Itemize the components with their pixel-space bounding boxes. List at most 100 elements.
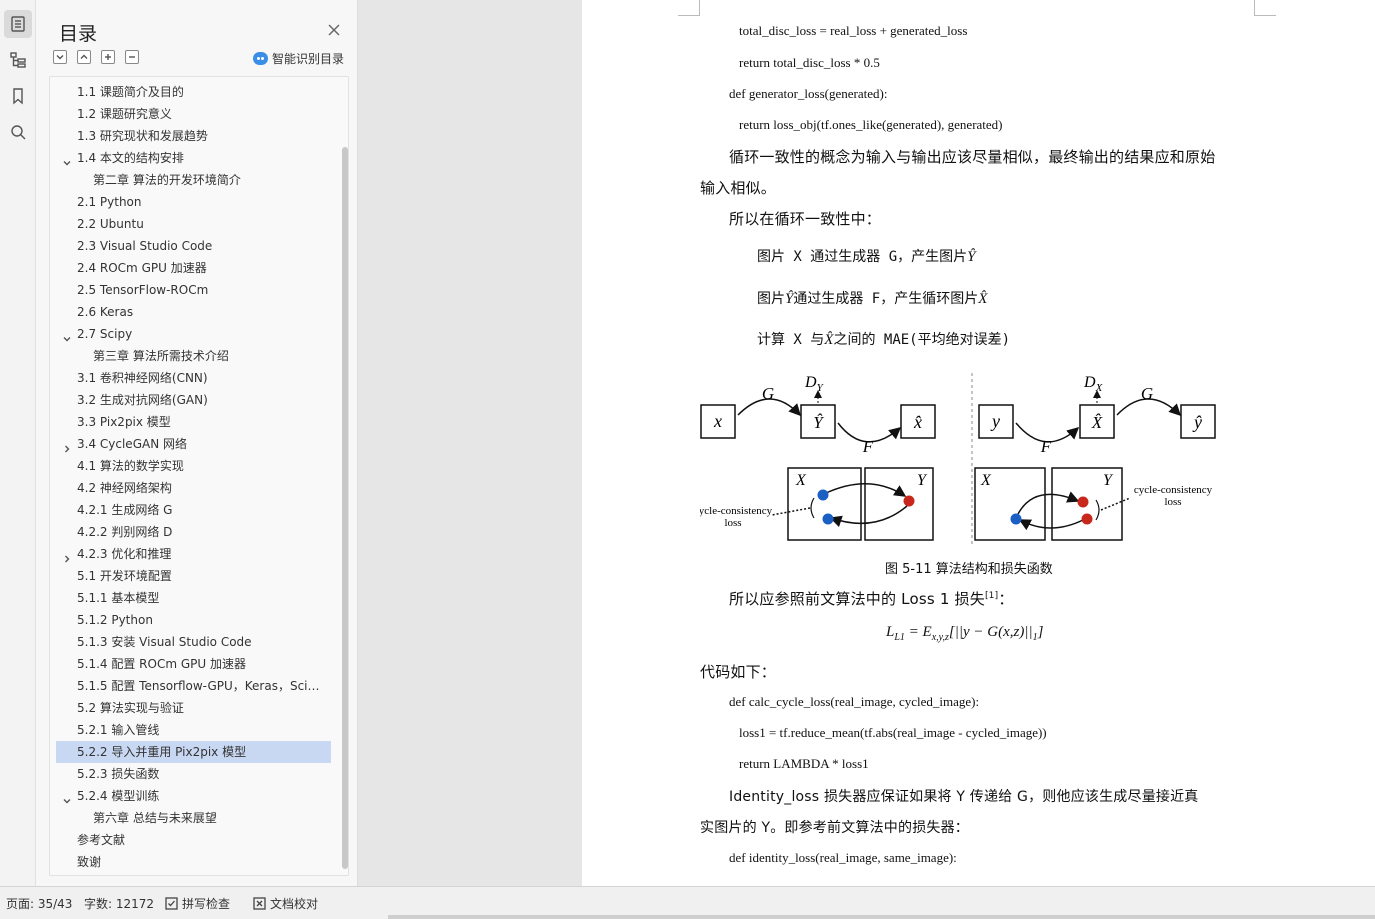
toc-item-label: 4.1 算法的数学实现: [77, 459, 184, 473]
paragraph-text-part: ：: [998, 590, 1014, 608]
search-icon: [11, 125, 26, 140]
proofread-button[interactable]: 文档校对: [253, 895, 318, 912]
chevron-down-icon[interactable]: [62, 791, 72, 804]
toc-item-label: 5.1.3 安装 Visual Studio Code: [77, 635, 252, 649]
page-indicator[interactable]: 页面: 35/43: [6, 895, 72, 912]
toc-item-label: 5.2.4 模型训练: [77, 789, 160, 803]
bookmark-button[interactable]: [4, 82, 32, 110]
navigation-button[interactable]: [4, 46, 32, 74]
point-y-source: [1010, 513, 1022, 525]
toc-item[interactable]: 1.3 研究现状和发展趋势: [56, 125, 331, 147]
toc-item[interactable]: 5.1.3 安装 Visual Studio Code: [56, 631, 331, 653]
toc-item-label: 2.5 TensorFlow-ROCm: [77, 283, 209, 297]
toc-toggle-button[interactable]: [4, 10, 32, 38]
step-text-part: 图片 X 通过生成器 G，产生图片: [757, 249, 968, 265]
toc-item[interactable]: 4.2.2 判别网络 D: [56, 521, 331, 543]
toc-item[interactable]: 5.1.2 Python: [56, 609, 331, 631]
toc-item-label: 参考文献: [77, 833, 126, 847]
status-bar: 页面: 35/43 字数: 12172 拼写检查 文档校对: [0, 886, 1375, 919]
toc-item[interactable]: 2.4 ROCm GPU 加速器: [56, 257, 331, 279]
document-list-icon: [11, 16, 25, 32]
expand-all-button[interactable]: [77, 50, 91, 64]
toc-item[interactable]: 2.1 Python: [56, 191, 331, 213]
toc-item[interactable]: 4.1 算法的数学实现: [56, 455, 331, 477]
toc-item-label: 5.1.2 Python: [77, 613, 153, 627]
toc-close-button[interactable]: [326, 22, 342, 38]
left-tool-rail: [0, 0, 36, 886]
close-icon: [328, 24, 340, 36]
paragraph-text: 实图片的 Y。即参考前文算法中的损失器：: [700, 820, 970, 836]
toc-item[interactable]: 2.6 Keras: [56, 301, 331, 323]
margin-mark: [678, 6, 700, 16]
toc-item[interactable]: 5.2.3 损失函数: [56, 763, 331, 785]
toc-item[interactable]: 5.2 算法实现与验证: [56, 697, 331, 719]
word-count[interactable]: 字数: 12172: [84, 895, 154, 912]
toc-item-label: 4.2.3 优化和推理: [77, 547, 172, 561]
toc-scrollbar[interactable]: [342, 147, 348, 869]
smart-toc-label: 智能识别目录: [272, 52, 345, 66]
domain-label: X: [795, 472, 807, 489]
toc-item[interactable]: 2.2 Ubuntu: [56, 213, 331, 235]
toc-item-label: 5.1 开发环境配置: [77, 569, 172, 583]
toc-item[interactable]: 1.4 本文的结构安排: [56, 147, 331, 169]
search-button[interactable]: [4, 118, 32, 146]
annotation: loss: [724, 517, 741, 529]
toc-item[interactable]: 2.3 Visual Studio Code: [56, 235, 331, 257]
toc-item-label: 3.1 卷积神经网络(CNN): [77, 371, 208, 385]
collapse-all-button[interactable]: [53, 50, 67, 64]
toc-item[interactable]: 第三章 算法所需技术介绍: [56, 345, 331, 367]
toc-item[interactable]: 5.1.4 配置 ROCm GPU 加速器: [56, 653, 331, 675]
toc-item[interactable]: 1.2 课题研究意义: [56, 103, 331, 125]
citation-ref[interactable]: [1]: [985, 591, 998, 601]
toc-item[interactable]: 3.3 Pix2pix 模型: [56, 411, 331, 433]
toc-item[interactable]: 4.2 神经网络架构: [56, 477, 331, 499]
annotation: loss: [1164, 496, 1181, 508]
toc-item[interactable]: 5.1.5 配置 Tensorflow-GPU，Keras，Scipy 环境: [56, 675, 331, 697]
toc-item[interactable]: 4.2.1 生成网络 G: [56, 499, 331, 521]
toc-item[interactable]: 5.2.2 导入并重用 Pix2pix 模型: [56, 741, 331, 763]
toc-item[interactable]: 1.1 课题简介及目的: [56, 81, 331, 103]
toc-item-label: 5.2 算法实现与验证: [77, 701, 184, 715]
edge-label: G: [1141, 384, 1153, 403]
toc-item[interactable]: 3.4 CycleGAN 网络: [56, 433, 331, 455]
edge-label: F: [862, 437, 874, 456]
edge-label: F: [1040, 437, 1052, 456]
toc-item-label: 4.2 神经网络架构: [77, 481, 172, 495]
point-y: [903, 495, 915, 507]
chevron-down-icon[interactable]: [62, 153, 72, 166]
toc-item[interactable]: 5.2.1 输入管线: [56, 719, 331, 741]
toc-item[interactable]: 2.7 Scipy: [56, 323, 331, 345]
arrow: [829, 505, 908, 528]
point-x-cycled: [822, 513, 834, 525]
add-heading-button[interactable]: [101, 50, 115, 64]
toc-item[interactable]: 5.2.4 模型训练: [56, 785, 331, 807]
toc-item[interactable]: 3.2 生成对抗网络(GAN): [56, 389, 331, 411]
toc-item[interactable]: 2.5 TensorFlow-ROCm: [56, 279, 331, 301]
toc-item-label: 3.4 CycleGAN 网络: [77, 437, 187, 451]
node-label: y: [990, 411, 1000, 431]
remove-heading-button[interactable]: [125, 50, 139, 64]
toc-item[interactable]: 第六章 总结与未来展望: [56, 807, 331, 829]
dotted-leader: [1100, 497, 1131, 511]
step-text: 图片Ŷ通过生成器 F，产生循环图片X̂: [757, 288, 987, 308]
spell-check-label: 拼写检查: [182, 897, 231, 911]
toc-item[interactable]: 5.1.1 基本模型: [56, 587, 331, 609]
formula-part: [||y − G(x,z)||: [948, 624, 1033, 640]
chevron-right-icon[interactable]: [62, 549, 72, 563]
toc-item[interactable]: 参考文献: [56, 829, 331, 851]
chevron-down-icon[interactable]: [62, 329, 72, 342]
toc-item[interactable]: 4.2.3 优化和推理: [56, 543, 331, 565]
margin-mark: [699, 0, 700, 16]
point-y: [1077, 496, 1089, 508]
toc-item[interactable]: 第二章 算法的开发环境简介: [56, 169, 331, 191]
smart-toc-button[interactable]: 智能识别目录: [253, 50, 344, 67]
plus-icon: [105, 54, 111, 60]
toc-item[interactable]: 3.1 卷积神经网络(CNN): [56, 367, 331, 389]
chevron-right-icon[interactable]: [62, 439, 72, 453]
spell-check-button[interactable]: 拼写检查: [165, 895, 230, 912]
document-page: total_disc_loss = real_loss + generated_…: [582, 0, 1375, 886]
toc-item[interactable]: 致谢: [56, 851, 331, 873]
horizontal-scrollbar[interactable]: [388, 915, 1375, 919]
paragraph-text: 所以在循环一致性中：: [729, 210, 882, 228]
toc-item[interactable]: 5.1 开发环境配置: [56, 565, 331, 587]
